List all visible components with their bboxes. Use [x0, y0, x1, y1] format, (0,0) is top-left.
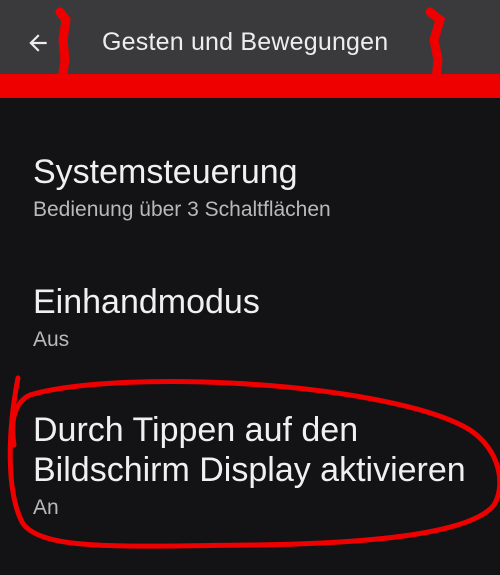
setting-system-navigation[interactable]: Systemsteuerung Bedienung über 3 Schaltf…: [33, 152, 483, 222]
setting-title: Durch Tippen auf den Bildschirm Display …: [33, 411, 466, 489]
setting-title: Systemsteuerung: [33, 153, 298, 191]
arrow-left-icon: [29, 34, 47, 52]
setting-subtitle: Aus: [33, 328, 70, 351]
page-title: Gesten und Bewegungen: [102, 28, 389, 56]
setting-one-handed-mode[interactable]: Einhandmodus Aus: [33, 282, 483, 352]
setting-subtitle: Bedienung über 3 Schaltflächen: [33, 198, 331, 221]
setting-title: Einhandmodus: [33, 283, 260, 321]
setting-subtitle: An: [33, 496, 59, 519]
setting-tap-to-wake[interactable]: Durch Tippen auf den Bildschirm Display …: [33, 410, 493, 520]
app-bar: Gesten und Bewegungen: [0, 0, 500, 86]
back-button[interactable]: [22, 27, 54, 59]
